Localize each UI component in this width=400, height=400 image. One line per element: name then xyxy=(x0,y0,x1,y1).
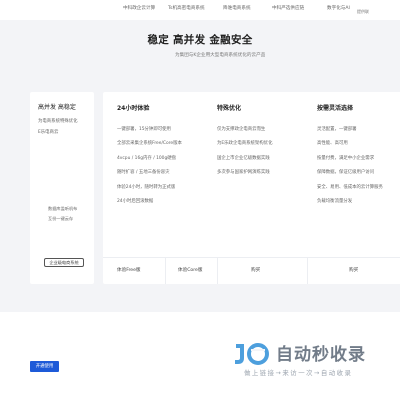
feature-item: 一键部署，15分钟即可使用 xyxy=(117,127,171,132)
column-title: 24小时体验 xyxy=(117,105,150,112)
enterprise-system-button[interactable]: 企业级电商系统 xyxy=(44,258,84,267)
nav-item-digital-ai[interactable]: 数字化与AI xyxy=(327,5,350,11)
footer-separator xyxy=(217,257,218,284)
try-core-button[interactable]: 体验Core版 xyxy=(178,267,202,273)
watermark-logo-icon xyxy=(235,343,269,365)
plans-panel: 24小时体验 一键部署，15分钟即可使用 全部云采集企系统Free/Core版本… xyxy=(103,92,400,284)
left-info-card: 高并发 高稳定 为电商系统特殊优化 E乐电商云 数据库监听机布 互份一键云存 企… xyxy=(30,92,94,284)
feature-item: 24小时后回滚数据 xyxy=(117,199,154,204)
top-navigation: 中科政企云计算 Ts机高密电商系统 降谁电商系统 中科严选供应链 数字化与AI … xyxy=(0,0,400,20)
left-card-line: 数据库监听机布 xyxy=(48,206,78,211)
buy-button[interactable]: 购买 xyxy=(251,267,260,273)
watermark: 自动秒收录 做上链接→来访一次→自动收录 xyxy=(232,338,392,386)
nav-item-supply-chain[interactable]: 中科严选供应链 xyxy=(272,5,304,11)
feature-item: 体验24小时，随时转为正式版 xyxy=(117,185,176,190)
feature-item: 安全、易用、低成本的云计算服务 xyxy=(317,185,383,190)
feature-item: 按量付费，满足中小企业需求 xyxy=(317,156,375,161)
feature-item: 负载均衡流量分发 xyxy=(317,199,353,204)
open-service-button[interactable]: 开通使用 xyxy=(30,361,59,372)
left-card-desc: 为电商系统特殊优化 xyxy=(38,119,78,124)
footer-divider xyxy=(103,257,400,258)
nav-item-contact[interactable]: 提供联 xyxy=(357,9,369,15)
try-free-button[interactable]: 体验Free版 xyxy=(117,267,141,273)
left-card-title: 高并发 高稳定 xyxy=(38,104,76,111)
column-title: 特殊优化 xyxy=(217,105,242,112)
nav-item-cloud[interactable]: 中科政企云计算 xyxy=(123,5,155,11)
watermark-brand: 自动秒收录 xyxy=(276,345,366,365)
feature-item: 保障数据，保证亿级用户访问 xyxy=(317,170,375,175)
feature-item: 多次参与国家护网演练实践 xyxy=(217,170,270,175)
footer-separator xyxy=(307,257,308,284)
feature-item: 随时扩容 / 五地三备份容灾 xyxy=(117,170,170,175)
feature-item: 全部云采集企系统Free/Core版本 xyxy=(117,141,182,146)
footer-separator xyxy=(165,257,166,284)
left-card-line: 互份一键云存 xyxy=(48,216,74,221)
feature-item: 国企上市企业亿级数据实践 xyxy=(217,156,270,161)
column-title: 按需灵活选择 xyxy=(317,105,354,112)
page-title: 稳定 高并发 金融安全 xyxy=(147,34,253,46)
feature-item: 高性能、高可用 xyxy=(317,141,348,146)
feature-item: 为E乐政企电商系统架构优化 xyxy=(217,141,273,146)
watermark-slogan: 做上链接→来访一次→自动收录 xyxy=(244,369,353,377)
nav-item-ts-ecommerce[interactable]: Ts机高密电商系统 xyxy=(168,5,205,11)
feature-item: 灵活配置，一键部署 xyxy=(317,127,357,132)
feature-item: 仅为支撑政企电商云而生 xyxy=(217,127,266,132)
feature-item: 4vcpu / 16g内存 / 100g硬盘 xyxy=(117,156,177,161)
left-card-brand: E乐电商云 xyxy=(38,130,59,135)
page-subtitle: 为集团与K企业用大型电商系统优化的云产品 xyxy=(175,53,266,58)
nav-item-ecommerce-system[interactable]: 降谁电商系统 xyxy=(223,5,251,11)
buy-button[interactable]: 购买 xyxy=(349,267,358,273)
